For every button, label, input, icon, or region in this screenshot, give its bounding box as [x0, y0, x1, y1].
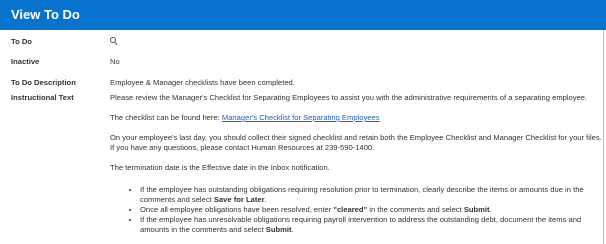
checklist-link[interactable]: Manager's Checklist for Separating Emplo…: [222, 113, 380, 122]
instruction-paragraph: The termination date is the Effective da…: [110, 163, 330, 172]
instructional-content: Please review the Manager's Checklist fo…: [110, 93, 606, 235]
field-value: Employee & Manager checklists have been …: [110, 77, 295, 87]
fields-list: To Do Inactive No To Do Description Empl…: [0, 30, 606, 235]
bullet-text: If the employee has outstanding obligati…: [140, 185, 584, 204]
instruction-paragraph: On your employee's last day, you should …: [110, 133, 602, 152]
page-title: View To Do: [11, 7, 80, 22]
bullet-text: Once all employee obligations have been …: [140, 205, 334, 214]
field-label: Instructional Text: [11, 93, 74, 102]
bullet-item: If the employee has outstanding obligati…: [140, 185, 602, 205]
page-header: View To Do: [0, 0, 606, 30]
field-todo-description: To Do Description Employee & Manager che…: [0, 72, 606, 93]
field-todo: To Do: [0, 32, 606, 52]
field-instructional-text: Instructional Text Please review the Man…: [0, 93, 606, 235]
bullet-text: If the employee has unresolvable obligat…: [140, 215, 582, 234]
instruction-paragraph: The checklist can be found here: Manager…: [110, 113, 602, 123]
bullet-end: .: [264, 195, 267, 204]
field-value: No: [110, 57, 120, 66]
bullet-bold: Save for Later: [213, 195, 265, 204]
instruction-bullets: If the employee has outstanding obligati…: [110, 185, 602, 235]
view-todo-page: View To Do To Do Inactive No To Do Descr…: [0, 0, 606, 244]
bullet-bold: Submit: [463, 205, 490, 214]
bullet-end: .: [291, 225, 294, 234]
right-divider: [603, 30, 604, 244]
bullet-item: Once all employee obligations have been …: [140, 205, 602, 215]
bullet-end: .: [489, 205, 492, 214]
search-icon[interactable]: [110, 36, 118, 45]
bullet-bold: "cleared": [333, 205, 368, 214]
field-label: To Do Description: [11, 77, 76, 87]
field-inactive: Inactive No: [0, 52, 606, 72]
bullet-bold: Submit: [265, 225, 292, 234]
bullet-item: If the employee has unresolvable obligat…: [140, 215, 602, 235]
link-prefix-text: The checklist can be found here:: [110, 113, 222, 122]
field-value: [110, 36, 606, 48]
bullet-text: in the comments and select: [367, 205, 464, 214]
instruction-paragraph: Please review the Manager's Checklist fo…: [110, 93, 588, 102]
field-label: To Do: [11, 37, 32, 46]
field-label: Inactive: [11, 57, 40, 66]
